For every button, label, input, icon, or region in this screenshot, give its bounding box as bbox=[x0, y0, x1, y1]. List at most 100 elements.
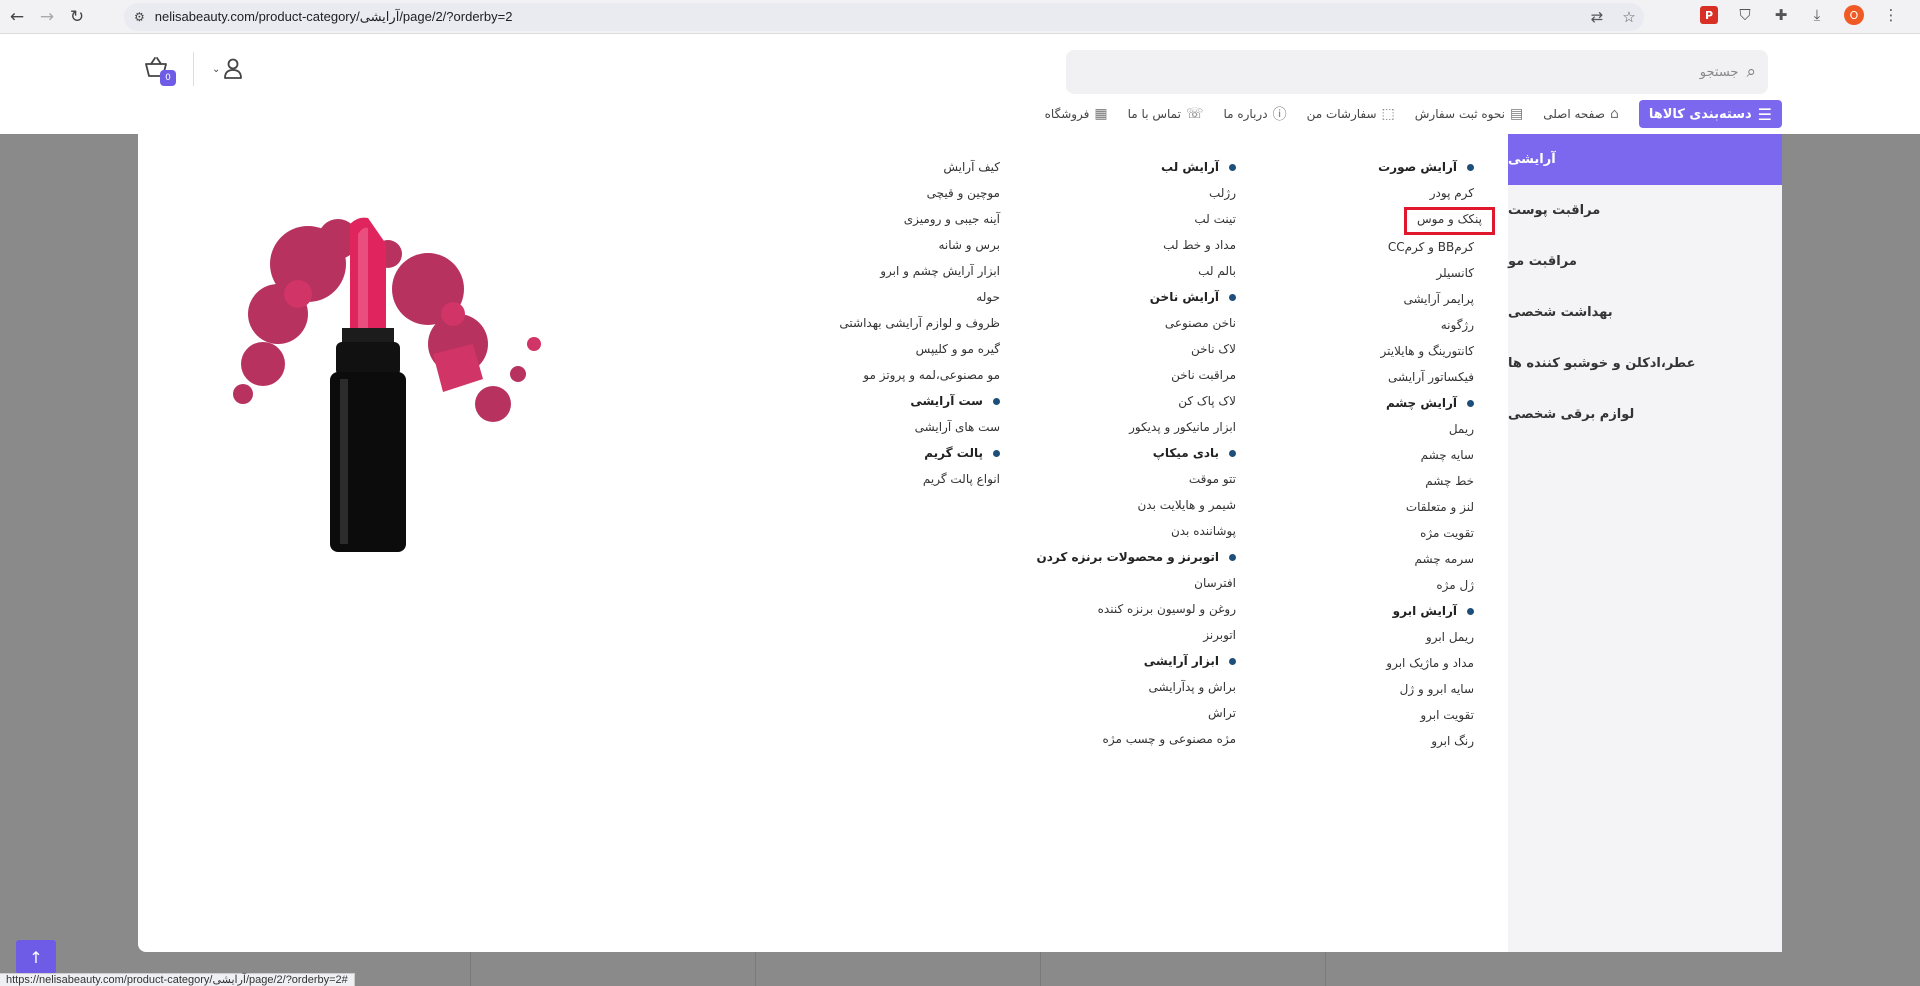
reload-icon[interactable]: ↻ bbox=[64, 4, 90, 30]
menu-link[interactable]: پنکک و موس bbox=[1403, 207, 1496, 235]
search-box[interactable]: ⌕ bbox=[1066, 50, 1768, 94]
sidebar-item-skin-care[interactable]: مراقبت پوست bbox=[1508, 185, 1782, 236]
menu-heading[interactable]: اتوبرنز و محصولات برنزه کردن bbox=[956, 546, 1236, 572]
menu-item-label: انواع پالت گریم bbox=[922, 472, 1000, 486]
menu-item-label: موچین و قیچی bbox=[926, 186, 1000, 200]
chevron-down-icon: ⌄ bbox=[212, 63, 221, 75]
menu-item-label: لاک پاک کن bbox=[1178, 394, 1236, 408]
menu-link[interactable]: ژل مژه bbox=[1194, 574, 1474, 600]
menu-link[interactable]: برس و شانه bbox=[720, 234, 1000, 260]
menu-link[interactable]: مژه مصنوعی و چسب مژه bbox=[956, 728, 1236, 754]
menu-item-label: لنز و متعلقات bbox=[1405, 500, 1474, 514]
menu-link[interactable]: لنز و متعلقات bbox=[1194, 496, 1474, 522]
menu-link[interactable]: براش و پدآرایشی bbox=[956, 676, 1236, 702]
menu-link[interactable]: گیره مو و کلیپس bbox=[720, 338, 1000, 364]
menu-link[interactable]: فیکساتور آرایشی bbox=[1194, 366, 1474, 392]
nav-shop[interactable]: ▦ فروشگاه bbox=[1045, 106, 1108, 122]
menu-item-label: رژلب bbox=[1208, 186, 1236, 200]
bullet-icon bbox=[993, 450, 1000, 457]
menu-link[interactable]: کانسیلر bbox=[1194, 262, 1474, 288]
menu-heading[interactable]: آرایش ابرو bbox=[1194, 600, 1474, 626]
menu-heading[interactable]: آرایش چشم bbox=[1194, 392, 1474, 418]
menu-link[interactable]: سایه چشم bbox=[1194, 444, 1474, 470]
menu-item-label: پنکک و موس bbox=[1416, 212, 1482, 226]
more-menu-icon[interactable]: ⋮ bbox=[1882, 6, 1900, 24]
menu-heading[interactable]: پالت گریم bbox=[720, 442, 1000, 468]
address-bar[interactable]: ⚙ nelisabeauty.com/product-category/آرای… bbox=[124, 3, 1644, 31]
menu-link[interactable]: شیمر و هایلایت بدن bbox=[956, 494, 1236, 520]
menu-link[interactable]: کانتورینگ و هایلایتر bbox=[1194, 340, 1474, 366]
menu-link[interactable]: رژگونه bbox=[1194, 314, 1474, 340]
menu-link[interactable]: آینه جیبی و رومیزی bbox=[720, 208, 1000, 234]
back-to-top-button[interactable]: ↑ bbox=[16, 940, 56, 974]
menu-link[interactable]: ست های آرایشی bbox=[720, 416, 1000, 442]
puzzle-extensions-icon[interactable]: ✚ bbox=[1772, 6, 1790, 24]
menu-heading[interactable]: ابزار آرایشی bbox=[956, 650, 1236, 676]
nav-home[interactable]: ⌂ صفحه اصلی bbox=[1543, 106, 1619, 122]
menu-link[interactable]: اتوبرنز bbox=[956, 624, 1236, 650]
categories-button[interactable]: ☰ دسته‌بندی کالاها bbox=[1638, 100, 1782, 128]
sidebar-item-makeup[interactable]: آرایشی bbox=[1508, 134, 1782, 185]
bullet-icon bbox=[1467, 164, 1474, 171]
menu-link[interactable]: پوشاننده بدن bbox=[956, 520, 1236, 546]
nav-my-orders[interactable]: ⬚ سفارشات من bbox=[1307, 106, 1395, 122]
header-divider bbox=[193, 52, 194, 86]
sidebar-item-hair-care[interactable]: مراقبت مو bbox=[1508, 236, 1782, 287]
menu-link[interactable]: روغن و لوسیون برنزه کننده bbox=[956, 598, 1236, 624]
menu-item-label: سایه چشم bbox=[1420, 448, 1474, 462]
menu-link[interactable]: ظروف و لوازم آرایشی بهداشتی bbox=[720, 312, 1000, 338]
menu-item-label: برس و شانه bbox=[938, 238, 1000, 252]
menu-link[interactable]: سرمه چشم bbox=[1194, 548, 1474, 574]
nav-about[interactable]: ⓘ درباره ما bbox=[1223, 104, 1286, 124]
sidebar-item-fragrance[interactable]: عطر،ادکلن و خوشبو کننده ها bbox=[1508, 338, 1782, 389]
menu-link[interactable]: کیف آرایش bbox=[720, 156, 1000, 182]
menu-link[interactable]: مو مصنوعی،لمه و پروتز مو bbox=[720, 364, 1000, 390]
menu-heading[interactable]: ست آرایشی bbox=[720, 390, 1000, 416]
menu-link[interactable]: کرمBB و کرمCC bbox=[1194, 236, 1474, 262]
menu-item-label: مو مصنوعی،لمه و پروتز مو bbox=[863, 368, 1000, 382]
user-menu[interactable]: ⌄ bbox=[212, 58, 243, 80]
menu-item-label: ست آرایشی bbox=[910, 394, 983, 408]
nav-order-guide[interactable]: ▤ نحوه ثبت سفارش bbox=[1415, 106, 1523, 122]
cart-button[interactable]: 0 bbox=[144, 56, 176, 86]
order-guide-icon: ▤ bbox=[1509, 106, 1524, 122]
menu-link[interactable]: خط چشم bbox=[1194, 470, 1474, 496]
menu-link[interactable]: پرایمر آرایشی bbox=[1194, 288, 1474, 314]
menu-heading[interactable]: آرایش صورت bbox=[1194, 156, 1474, 182]
menu-link[interactable]: ابزار آرایش چشم و ابرو bbox=[720, 260, 1000, 286]
menu-link[interactable]: تقویت ابرو bbox=[1194, 704, 1474, 730]
profile-avatar[interactable]: O bbox=[1844, 5, 1864, 25]
download-icon[interactable]: ⤓ bbox=[1808, 6, 1826, 24]
menu-link[interactable]: سایه ابرو و ژل bbox=[1194, 678, 1474, 704]
menu-link[interactable]: ریمل ابرو bbox=[1194, 626, 1474, 652]
nav-contact[interactable]: ☏ تماس با ما bbox=[1128, 106, 1204, 122]
search-icon[interactable]: ⌕ bbox=[1746, 62, 1756, 82]
sidebar-item-personal-hygiene[interactable]: بهداشت شخصی bbox=[1508, 287, 1782, 338]
menu-link[interactable]: تراش bbox=[956, 702, 1236, 728]
sidebar-item-electric-appliances[interactable]: لوازم برقی شخصی bbox=[1508, 389, 1782, 440]
menu-link[interactable]: تقویت مژه bbox=[1194, 522, 1474, 548]
bullet-icon bbox=[1229, 450, 1236, 457]
menu-link[interactable]: انواع پالت گریم bbox=[720, 468, 1000, 494]
bookmark-star-icon[interactable]: ☆ bbox=[1620, 8, 1638, 26]
back-icon[interactable]: ← bbox=[4, 4, 30, 30]
menu-item-label: کانسیلر bbox=[1436, 266, 1474, 280]
menu-link[interactable]: ریمل bbox=[1194, 418, 1474, 444]
menu-link[interactable]: موچین و قیچی bbox=[720, 182, 1000, 208]
menu-link[interactable]: حوله bbox=[720, 286, 1000, 312]
menu-item-label: مداد و خط لب bbox=[1163, 238, 1236, 252]
menu-link[interactable]: رنگ ابرو bbox=[1194, 730, 1474, 756]
menu-link[interactable]: افترسان bbox=[956, 572, 1236, 598]
forward-icon[interactable]: → bbox=[34, 4, 60, 30]
menu-item-label: افترسان bbox=[1194, 576, 1236, 590]
pdf-extension-icon[interactable]: P bbox=[1700, 6, 1718, 24]
menu-link[interactable]: مداد و ماژیک ابرو bbox=[1194, 652, 1474, 678]
site-settings-icon[interactable]: ⚙ bbox=[134, 10, 145, 24]
menu-item-label: بادی میکاپ bbox=[1152, 446, 1219, 460]
menu-item-label: مراقبت ناخن bbox=[1171, 368, 1236, 382]
menu-link[interactable]: کرم پودر bbox=[1194, 182, 1474, 208]
nav-shop-label: فروشگاه bbox=[1044, 107, 1090, 121]
translate-icon[interactable]: ⇄ bbox=[1588, 8, 1606, 26]
search-input[interactable] bbox=[1138, 64, 1739, 80]
shield-extension-icon[interactable]: ⛉ bbox=[1736, 6, 1754, 24]
